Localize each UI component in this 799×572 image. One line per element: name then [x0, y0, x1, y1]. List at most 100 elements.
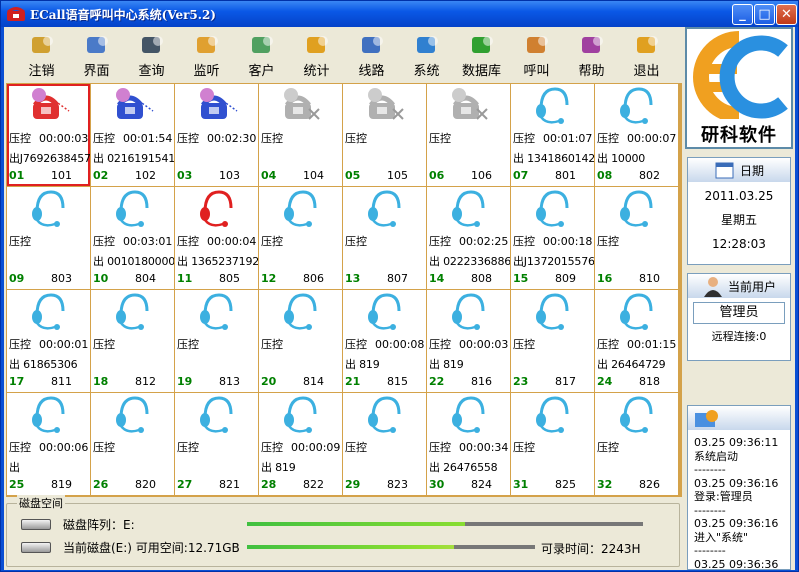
phone-red-icon: [32, 88, 70, 119]
channel-status-line: 压控: [597, 233, 627, 249]
toolbar-button-5[interactable]: 统计: [289, 27, 344, 81]
headset-cyan-icon: [116, 293, 149, 330]
log-line: --------: [694, 544, 726, 557]
channel-cell[interactable]: 压控 00:02:25 出 02223368865 14 808: [427, 187, 510, 289]
close-button[interactable]: ✕: [776, 4, 797, 25]
channel-extension: 825: [555, 478, 576, 491]
channel-cell[interactable]: 压控 32 826: [595, 393, 678, 495]
channel-timer: 00:00:06: [39, 441, 89, 454]
channel-cell[interactable]: 压控 04 104: [259, 84, 342, 186]
channel-extension: 809: [555, 272, 576, 285]
phone-gray-icon: [368, 88, 404, 120]
channel-cell[interactable]: 压控 29 823: [343, 393, 426, 495]
channel-extension: 806: [303, 272, 324, 285]
channel-cell[interactable]: 压控 23 817: [511, 290, 594, 392]
channel-status-line: 压控 00:00:01: [9, 336, 88, 352]
date-panel: 日期 2011.03.25 星期五 12:28:03: [687, 157, 791, 265]
channel-cell[interactable]: 压控 19 813: [175, 290, 258, 392]
channel-id-line: 23 817: [513, 375, 592, 388]
channel-status-line: 压控 00:02:30: [177, 130, 256, 146]
channel-id-line: 26 820: [93, 478, 172, 491]
channel-cell[interactable]: 压控 12 806: [259, 187, 342, 289]
channel-number: 10: [93, 272, 109, 285]
channel-cell[interactable]: 压控 00:00:04 出 13652371927 11 805: [175, 187, 258, 289]
channel-status-line: 压控 00:01:15: [597, 336, 676, 352]
channel-cell[interactable]: 压控 00:00:18 出J13720155767 15 809: [511, 187, 594, 289]
channel-cell[interactable]: 压控 00:00:03 出 819 22 816: [427, 290, 510, 392]
channel-status: 压控: [513, 338, 535, 351]
channel-cell[interactable]: 压控 00:02:30 03 103: [175, 84, 258, 186]
channel-status: 压控: [9, 235, 31, 248]
toolbar-button-1[interactable]: 界面: [69, 27, 124, 81]
toolbar-button-7[interactable]: 系统: [399, 27, 454, 81]
channel-id-line: 21 815: [345, 375, 424, 388]
headset-cyan-icon: [116, 190, 149, 227]
channel-extension: 816: [471, 375, 492, 388]
channel-status: 压控: [93, 338, 115, 351]
toolbar-label: 注销: [28, 64, 55, 79]
channel-cell[interactable]: 压控 13 807: [343, 187, 426, 289]
headset-cyan-icon: [536, 87, 569, 124]
toolbar-button-3[interactable]: 监听: [179, 27, 234, 81]
channel-cell[interactable]: 压控 00:00:34 出 26476558 30 824: [427, 393, 510, 495]
channel-number: 27: [177, 478, 193, 491]
channel-cell[interactable]: 压控 00:01:54 出 02161915417 02 102: [91, 84, 174, 186]
channel-cell[interactable]: 压控 06 106: [427, 84, 510, 186]
channel-cell[interactable]: 压控 00:01:15 出 26464729 24 818: [595, 290, 678, 392]
channel-status-line: 压控: [93, 336, 123, 352]
channel-number: 25: [9, 478, 25, 491]
channel-cell[interactable]: 压控 05 105: [343, 84, 426, 186]
log-lines: 03.25 09:36:11 系统启动 -------- 03.25 09:36:16…: [694, 436, 778, 569]
side-panel: 研科软件 日期 2011.03.25 星期五 12:28:03 当前用户 管理员…: [685, 27, 795, 570]
toolbar-button-10[interactable]: 帮助: [564, 27, 619, 81]
channel-cell[interactable]: 压控 26 820: [91, 393, 174, 495]
toolbar-button-2[interactable]: 查询: [124, 27, 179, 81]
title-bar[interactable]: ECall语音呼叫中心系统(Ver5.2) _ □ ✕: [1, 1, 798, 27]
toolbar-button-9[interactable]: 呼叫: [509, 27, 564, 81]
channel-cell[interactable]: 压控 18 812: [91, 290, 174, 392]
date-header: 日期: [688, 158, 790, 182]
channel-extension: 822: [303, 478, 324, 491]
toolbar-button-8[interactable]: 数据库: [454, 27, 509, 81]
channel-timer: 00:00:08: [375, 338, 425, 351]
event-log[interactable]: 03.25 09:36:11 系统启动 -------- 03.25 09:36:16…: [687, 405, 791, 570]
channel-cell[interactable]: 压控 00:00:07 出 10000 08 802: [595, 84, 678, 186]
channel-cell[interactable]: 压控 20 814: [259, 290, 342, 392]
user-header: 当前用户: [688, 274, 790, 298]
toolbar-button-11[interactable]: 退出: [619, 27, 674, 81]
channel-number: 06: [429, 169, 445, 182]
channel-status: 压控: [345, 132, 367, 145]
channel-id-line: 15 809: [513, 272, 592, 285]
channel-status-line: 压控: [261, 130, 291, 146]
channel-number: 21: [345, 375, 361, 388]
channel-status: 压控: [9, 132, 31, 145]
channel-number: 30: [429, 478, 445, 491]
channel-status: 压控: [597, 235, 619, 248]
channel-cell[interactable]: 压控 27 821: [175, 393, 258, 495]
channel-cell[interactable]: 压控 09 803: [7, 187, 90, 289]
channel-cell[interactable]: 压控 31 825: [511, 393, 594, 495]
toolbar-button-4[interactable]: 客户: [234, 27, 289, 81]
channel-cell[interactable]: 压控 00:00:09 出 819 28 822: [259, 393, 342, 495]
channel-id-line: 05 105: [345, 169, 424, 182]
channel-number: 11: [177, 272, 193, 285]
channel-cell[interactable]: 压控 00:01:07 出 13418601422 07 801: [511, 84, 594, 186]
logo: 研科软件: [685, 27, 793, 149]
channel-number: 18: [93, 375, 109, 388]
maximize-button[interactable]: □: [754, 4, 775, 25]
channel-cell[interactable]: 压控 00:03:01 出 00101800000 10 804: [91, 187, 174, 289]
channel-cell[interactable]: 压控 16 810: [595, 187, 678, 289]
user-avatar-icon: [703, 277, 722, 297]
channel-status-line: 压控 00:01:54: [93, 130, 172, 146]
toolbar-button-6[interactable]: 线路: [344, 27, 399, 81]
minimize-button[interactable]: _: [732, 4, 753, 25]
disk-drive-icon: [21, 541, 51, 553]
channel-extension: 823: [387, 478, 408, 491]
toolbar-button-0[interactable]: 注销: [14, 27, 69, 81]
channel-cell[interactable]: 压控 00:00:03 出J76926384577 01 101: [7, 84, 90, 186]
channel-extension: 812: [135, 375, 156, 388]
channel-cell[interactable]: 压控 00:00:06 出 25 819: [7, 393, 90, 495]
channel-extension: 811: [51, 375, 72, 388]
channel-cell[interactable]: 压控 00:00:01 出 61865306 17 811: [7, 290, 90, 392]
channel-cell[interactable]: 压控 00:00:08 出 819 21 815: [343, 290, 426, 392]
